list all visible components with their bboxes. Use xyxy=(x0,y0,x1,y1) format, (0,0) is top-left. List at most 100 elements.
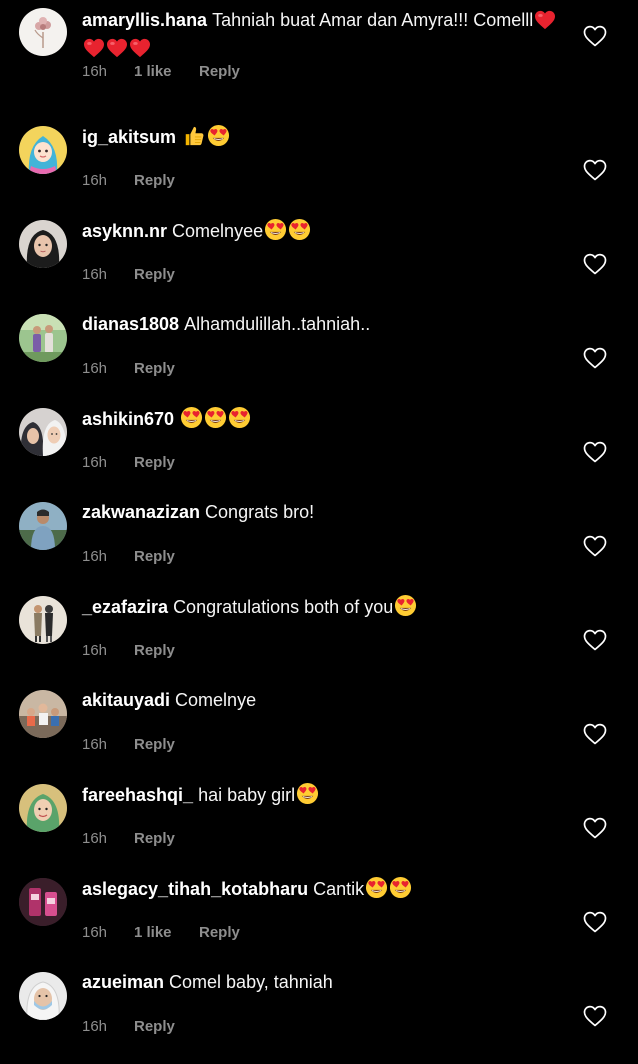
heart-eyes-emoji-icon xyxy=(365,876,388,905)
like-heart-icon[interactable] xyxy=(583,535,607,557)
like-heart-icon[interactable] xyxy=(583,441,607,463)
comment-username[interactable]: amaryllis.hana xyxy=(82,10,207,30)
flower-avatar xyxy=(19,8,67,56)
avatar[interactable] xyxy=(19,690,67,738)
comment-emojis xyxy=(393,594,417,617)
reply-button[interactable]: Reply xyxy=(134,830,175,848)
comment-username[interactable]: fareehashqi_ xyxy=(82,785,193,805)
reply-button[interactable]: Reply xyxy=(134,454,175,472)
heart-eyes-emoji-icon xyxy=(389,876,412,905)
comment-item: akitauyadi Comelnye 16h Reply xyxy=(0,688,638,782)
comment-time: 16h xyxy=(82,266,108,283)
heart-eyes-emoji-icon xyxy=(207,124,230,153)
comment-username[interactable]: ig_akitsum xyxy=(82,127,176,147)
like-heart-icon[interactable] xyxy=(583,817,607,839)
comment-item: dianas1808 Alhamdulillah..tahniah.. 16h Rep… xyxy=(0,312,638,406)
red-heart-emoji-icon xyxy=(534,10,556,36)
reply-button[interactable]: Reply xyxy=(134,266,175,284)
comment-text: asyknn.nr Comelnyee xyxy=(82,218,562,247)
comment-meta: 16h Reply xyxy=(82,1018,175,1036)
comment-item: ashikin670 16h Reply xyxy=(0,406,638,500)
comment-username[interactable]: ashikin670 xyxy=(82,409,174,429)
comment-item: amaryllis.hana Tahniah buat Amar dan Amyr… xyxy=(0,8,638,102)
comment-username[interactable]: aslegacy_tihah_kotabharu xyxy=(82,879,308,899)
heart-eyes-emoji-icon xyxy=(228,406,251,435)
comment-meta: 16h 1 like Reply xyxy=(82,924,240,942)
like-heart-icon[interactable] xyxy=(583,629,607,651)
like-heart-icon[interactable] xyxy=(583,347,607,369)
comment-username[interactable]: _ezafazira xyxy=(82,597,168,617)
comment-message: Cantik xyxy=(313,879,365,899)
comment-time: 16h xyxy=(82,172,108,189)
like-heart-icon[interactable] xyxy=(583,253,607,275)
avatar[interactable] xyxy=(19,126,67,174)
avatar[interactable] xyxy=(19,408,67,456)
like-heart-icon[interactable] xyxy=(583,25,607,47)
comment-username[interactable]: akitauyadi xyxy=(82,690,170,710)
comments-list: amaryllis.hana Tahniah buat Amar dan Amyr… xyxy=(0,0,638,1035)
comment-item: asyknn.nr Comelnyee 16h Reply xyxy=(0,218,638,312)
comment-text: aslegacy_tihah_kotabharu Cantik xyxy=(82,876,562,905)
reply-button[interactable]: Reply xyxy=(134,642,175,660)
heart-eyes-emoji-icon xyxy=(296,782,319,811)
comment-text: akitauyadi Comelnye xyxy=(82,688,562,712)
comment-meta: 16h Reply xyxy=(82,642,175,660)
avatar[interactable] xyxy=(19,878,67,926)
reply-button[interactable]: Reply xyxy=(134,548,175,566)
comment-item: fareehashqi_ hai baby girl 16h Reply xyxy=(0,782,638,876)
comment-likes[interactable]: 1 like xyxy=(134,924,199,942)
red-heart-emoji-icon xyxy=(129,38,151,64)
comment-time: 16h xyxy=(82,454,108,471)
red-heart-emoji-icon xyxy=(83,38,105,64)
man-outdoor-avatar xyxy=(19,502,67,550)
reply-button[interactable]: Reply xyxy=(134,360,175,378)
comment-time: 16h xyxy=(82,63,108,80)
reply-button[interactable]: Reply xyxy=(134,1018,175,1036)
comment-emojis xyxy=(364,876,412,899)
comment-username[interactable]: dianas1808 xyxy=(82,314,179,334)
comment-message: Comelnyee xyxy=(172,221,264,241)
comment-text: amaryllis.hana Tahniah buat Amar dan Amyr… xyxy=(82,8,562,64)
comment-meta: 16h Reply xyxy=(82,172,175,190)
like-heart-icon[interactable] xyxy=(583,911,607,933)
avatar[interactable] xyxy=(19,502,67,550)
heart-eyes-emoji-icon xyxy=(264,218,287,247)
reply-button[interactable]: Reply xyxy=(199,63,240,81)
comment-likes[interactable]: 1 like xyxy=(134,63,199,81)
avatar[interactable] xyxy=(19,8,67,56)
comment-message: Congrats bro! xyxy=(205,502,315,522)
heart-eyes-emoji-icon xyxy=(204,406,227,435)
comment-message: Alhamdulillah..tahniah.. xyxy=(184,314,371,334)
comment-emojis xyxy=(181,124,230,147)
reply-button[interactable]: Reply xyxy=(199,924,240,942)
comment-time: 16h xyxy=(82,924,108,941)
like-heart-icon[interactable] xyxy=(583,723,607,745)
product-avatar xyxy=(19,878,67,926)
comment-text: ashikin670 xyxy=(82,406,562,435)
outdoor-couple-avatar xyxy=(19,314,67,362)
comment-item: _ezafazira Congratulations both of you 16h… xyxy=(0,594,638,688)
comment-text: ig_akitsum xyxy=(82,124,562,153)
reply-button[interactable]: Reply xyxy=(134,736,175,754)
comment-username[interactable]: azueiman xyxy=(82,972,164,992)
comment-message: Comel baby, tahniah xyxy=(169,972,333,992)
couple-standing-avatar xyxy=(19,596,67,644)
comment-time: 16h xyxy=(82,830,108,847)
comment-message: Congratulations both of you xyxy=(173,597,394,617)
comment-time: 16h xyxy=(82,642,108,659)
comment-username[interactable]: asyknn.nr xyxy=(82,221,167,241)
avatar[interactable] xyxy=(19,314,67,362)
avatar[interactable] xyxy=(19,784,67,832)
comment-meta: 16h 1 like Reply xyxy=(82,63,240,81)
comment-time: 16h xyxy=(82,736,108,753)
reply-button[interactable]: Reply xyxy=(134,172,175,190)
avatar[interactable] xyxy=(19,972,67,1020)
comment-meta: 16h Reply xyxy=(82,454,175,472)
comment-username[interactable]: zakwanazizan xyxy=(82,502,200,522)
comment-text: _ezafazira Congratulations both of you xyxy=(82,594,562,623)
red-heart-emoji-icon xyxy=(106,38,128,64)
avatar[interactable] xyxy=(19,596,67,644)
like-heart-icon[interactable] xyxy=(583,159,607,181)
comment-text: azueiman Comel baby, tahniah xyxy=(82,970,562,994)
avatar[interactable] xyxy=(19,220,67,268)
